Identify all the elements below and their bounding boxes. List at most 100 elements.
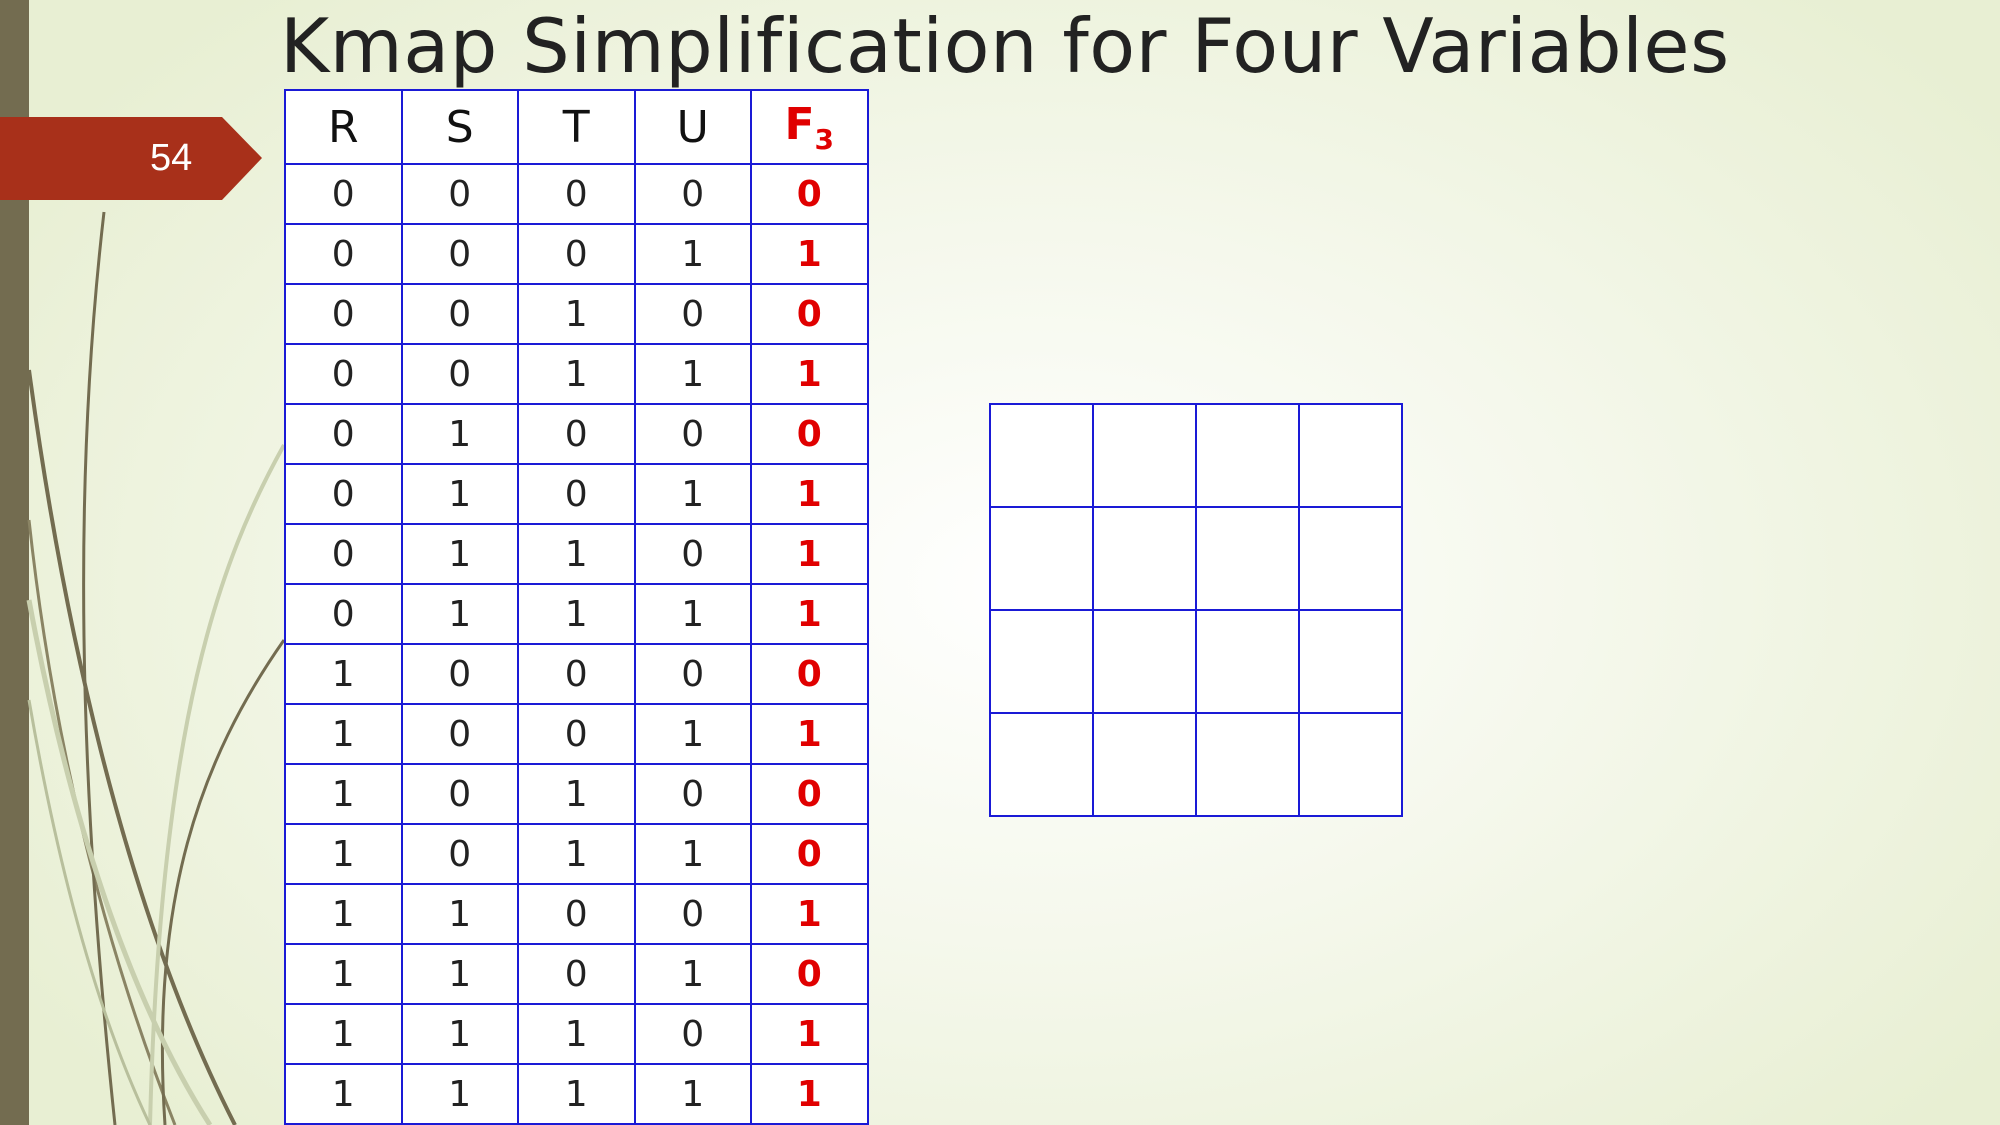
- table-row: 01000: [284, 403, 869, 465]
- input-cell: 0: [517, 883, 636, 945]
- output-cell: 0: [750, 643, 869, 705]
- output-cell: 0: [750, 163, 869, 225]
- input-cell: 0: [400, 223, 519, 285]
- input-cell: 1: [400, 523, 519, 585]
- kmap-cell: [1195, 506, 1300, 611]
- output-cell: 0: [750, 763, 869, 825]
- input-cell: 1: [400, 943, 519, 1005]
- input-cell: 1: [400, 463, 519, 525]
- table-row: 11101: [284, 1003, 869, 1065]
- kmap-cell: [1298, 609, 1403, 714]
- table-row: 00000: [284, 163, 869, 225]
- output-cell: 0: [750, 283, 869, 345]
- input-cell: 0: [633, 403, 752, 465]
- input-cell: 1: [517, 523, 636, 585]
- input-cell: 0: [284, 283, 403, 345]
- output-cell: 1: [750, 463, 869, 525]
- input-cell: 1: [517, 1063, 636, 1125]
- output-cell: 1: [750, 523, 869, 585]
- input-cell: 1: [633, 1063, 752, 1125]
- input-cell: 1: [284, 943, 403, 1005]
- input-cell: 1: [284, 703, 403, 765]
- output-cell: 1: [750, 703, 869, 765]
- header-t: T: [517, 89, 636, 165]
- table-row: 11010: [284, 943, 869, 1005]
- slide-number-tag: [0, 117, 262, 200]
- input-cell: 1: [633, 463, 752, 525]
- kmap-cell: [1195, 712, 1300, 817]
- input-cell: 0: [400, 283, 519, 345]
- input-cell: 0: [517, 703, 636, 765]
- input-cell: 0: [517, 943, 636, 1005]
- input-cell: 1: [517, 763, 636, 825]
- input-cell: 0: [284, 223, 403, 285]
- input-cell: 1: [284, 763, 403, 825]
- kmap-row: [989, 403, 1403, 508]
- input-cell: 0: [400, 343, 519, 405]
- input-cell: 0: [633, 283, 752, 345]
- table-row: 10110: [284, 823, 869, 885]
- input-cell: 0: [284, 403, 403, 465]
- kmap-grid-body: [989, 403, 1403, 817]
- input-cell: 0: [633, 163, 752, 225]
- input-cell: 1: [284, 883, 403, 945]
- input-cell: 1: [633, 823, 752, 885]
- output-cell: 0: [750, 823, 869, 885]
- input-cell: 1: [517, 583, 636, 645]
- input-cell: 0: [517, 463, 636, 525]
- kmap-cell: [1195, 403, 1300, 508]
- kmap-cell: [1092, 712, 1197, 817]
- slide-title: Kmap Simplification for Four Variables: [280, 2, 1730, 90]
- kmap-row: [989, 506, 1403, 611]
- slide-number: 54: [150, 137, 193, 179]
- kmap-cell: [989, 712, 1094, 817]
- input-cell: 1: [517, 343, 636, 405]
- input-cell: 1: [284, 823, 403, 885]
- kmap-cell: [1092, 609, 1197, 714]
- input-cell: 0: [284, 463, 403, 525]
- input-cell: 0: [633, 523, 752, 585]
- kmap-cell: [1195, 609, 1300, 714]
- kmap-cell: [1298, 403, 1403, 508]
- kmap-cell: [989, 609, 1094, 714]
- input-cell: 1: [517, 823, 636, 885]
- input-cell: 0: [517, 223, 636, 285]
- output-cell: 1: [750, 1063, 869, 1125]
- header-s: S: [400, 89, 519, 165]
- input-cell: 0: [633, 883, 752, 945]
- header-r: R: [284, 89, 403, 165]
- input-cell: 1: [284, 1063, 403, 1125]
- input-cell: 1: [517, 1003, 636, 1065]
- truth-table: R S T U F3 00000000110010000111010000101…: [284, 89, 869, 1125]
- table-row: 01101: [284, 523, 869, 585]
- header-f3-subscript: 3: [814, 122, 835, 156]
- input-cell: 0: [517, 163, 636, 225]
- output-cell: 1: [750, 583, 869, 645]
- table-row: 10011: [284, 703, 869, 765]
- kmap-cell: [1298, 506, 1403, 611]
- input-cell: 1: [633, 703, 752, 765]
- input-cell: 0: [400, 823, 519, 885]
- input-cell: 1: [633, 343, 752, 405]
- input-cell: 0: [400, 163, 519, 225]
- table-row: 00100: [284, 283, 869, 345]
- table-row: 01111: [284, 583, 869, 645]
- truth-table-body: 0000000011001000011101000010110110101111…: [284, 163, 869, 1125]
- kmap-cell: [1092, 403, 1197, 508]
- kmap-cell: [989, 506, 1094, 611]
- input-cell: 0: [284, 523, 403, 585]
- input-cell: 0: [633, 763, 752, 825]
- output-cell: 1: [750, 883, 869, 945]
- output-cell: 1: [750, 1003, 869, 1065]
- table-row: 00111: [284, 343, 869, 405]
- input-cell: 0: [400, 643, 519, 705]
- input-cell: 0: [633, 1003, 752, 1065]
- input-cell: 0: [400, 763, 519, 825]
- input-cell: 0: [633, 643, 752, 705]
- input-cell: 1: [633, 223, 752, 285]
- input-cell: 1: [400, 1063, 519, 1125]
- table-row: 10100: [284, 763, 869, 825]
- kmap-row: [989, 712, 1403, 817]
- table-row: 01011: [284, 463, 869, 525]
- kmap-cell: [1298, 712, 1403, 817]
